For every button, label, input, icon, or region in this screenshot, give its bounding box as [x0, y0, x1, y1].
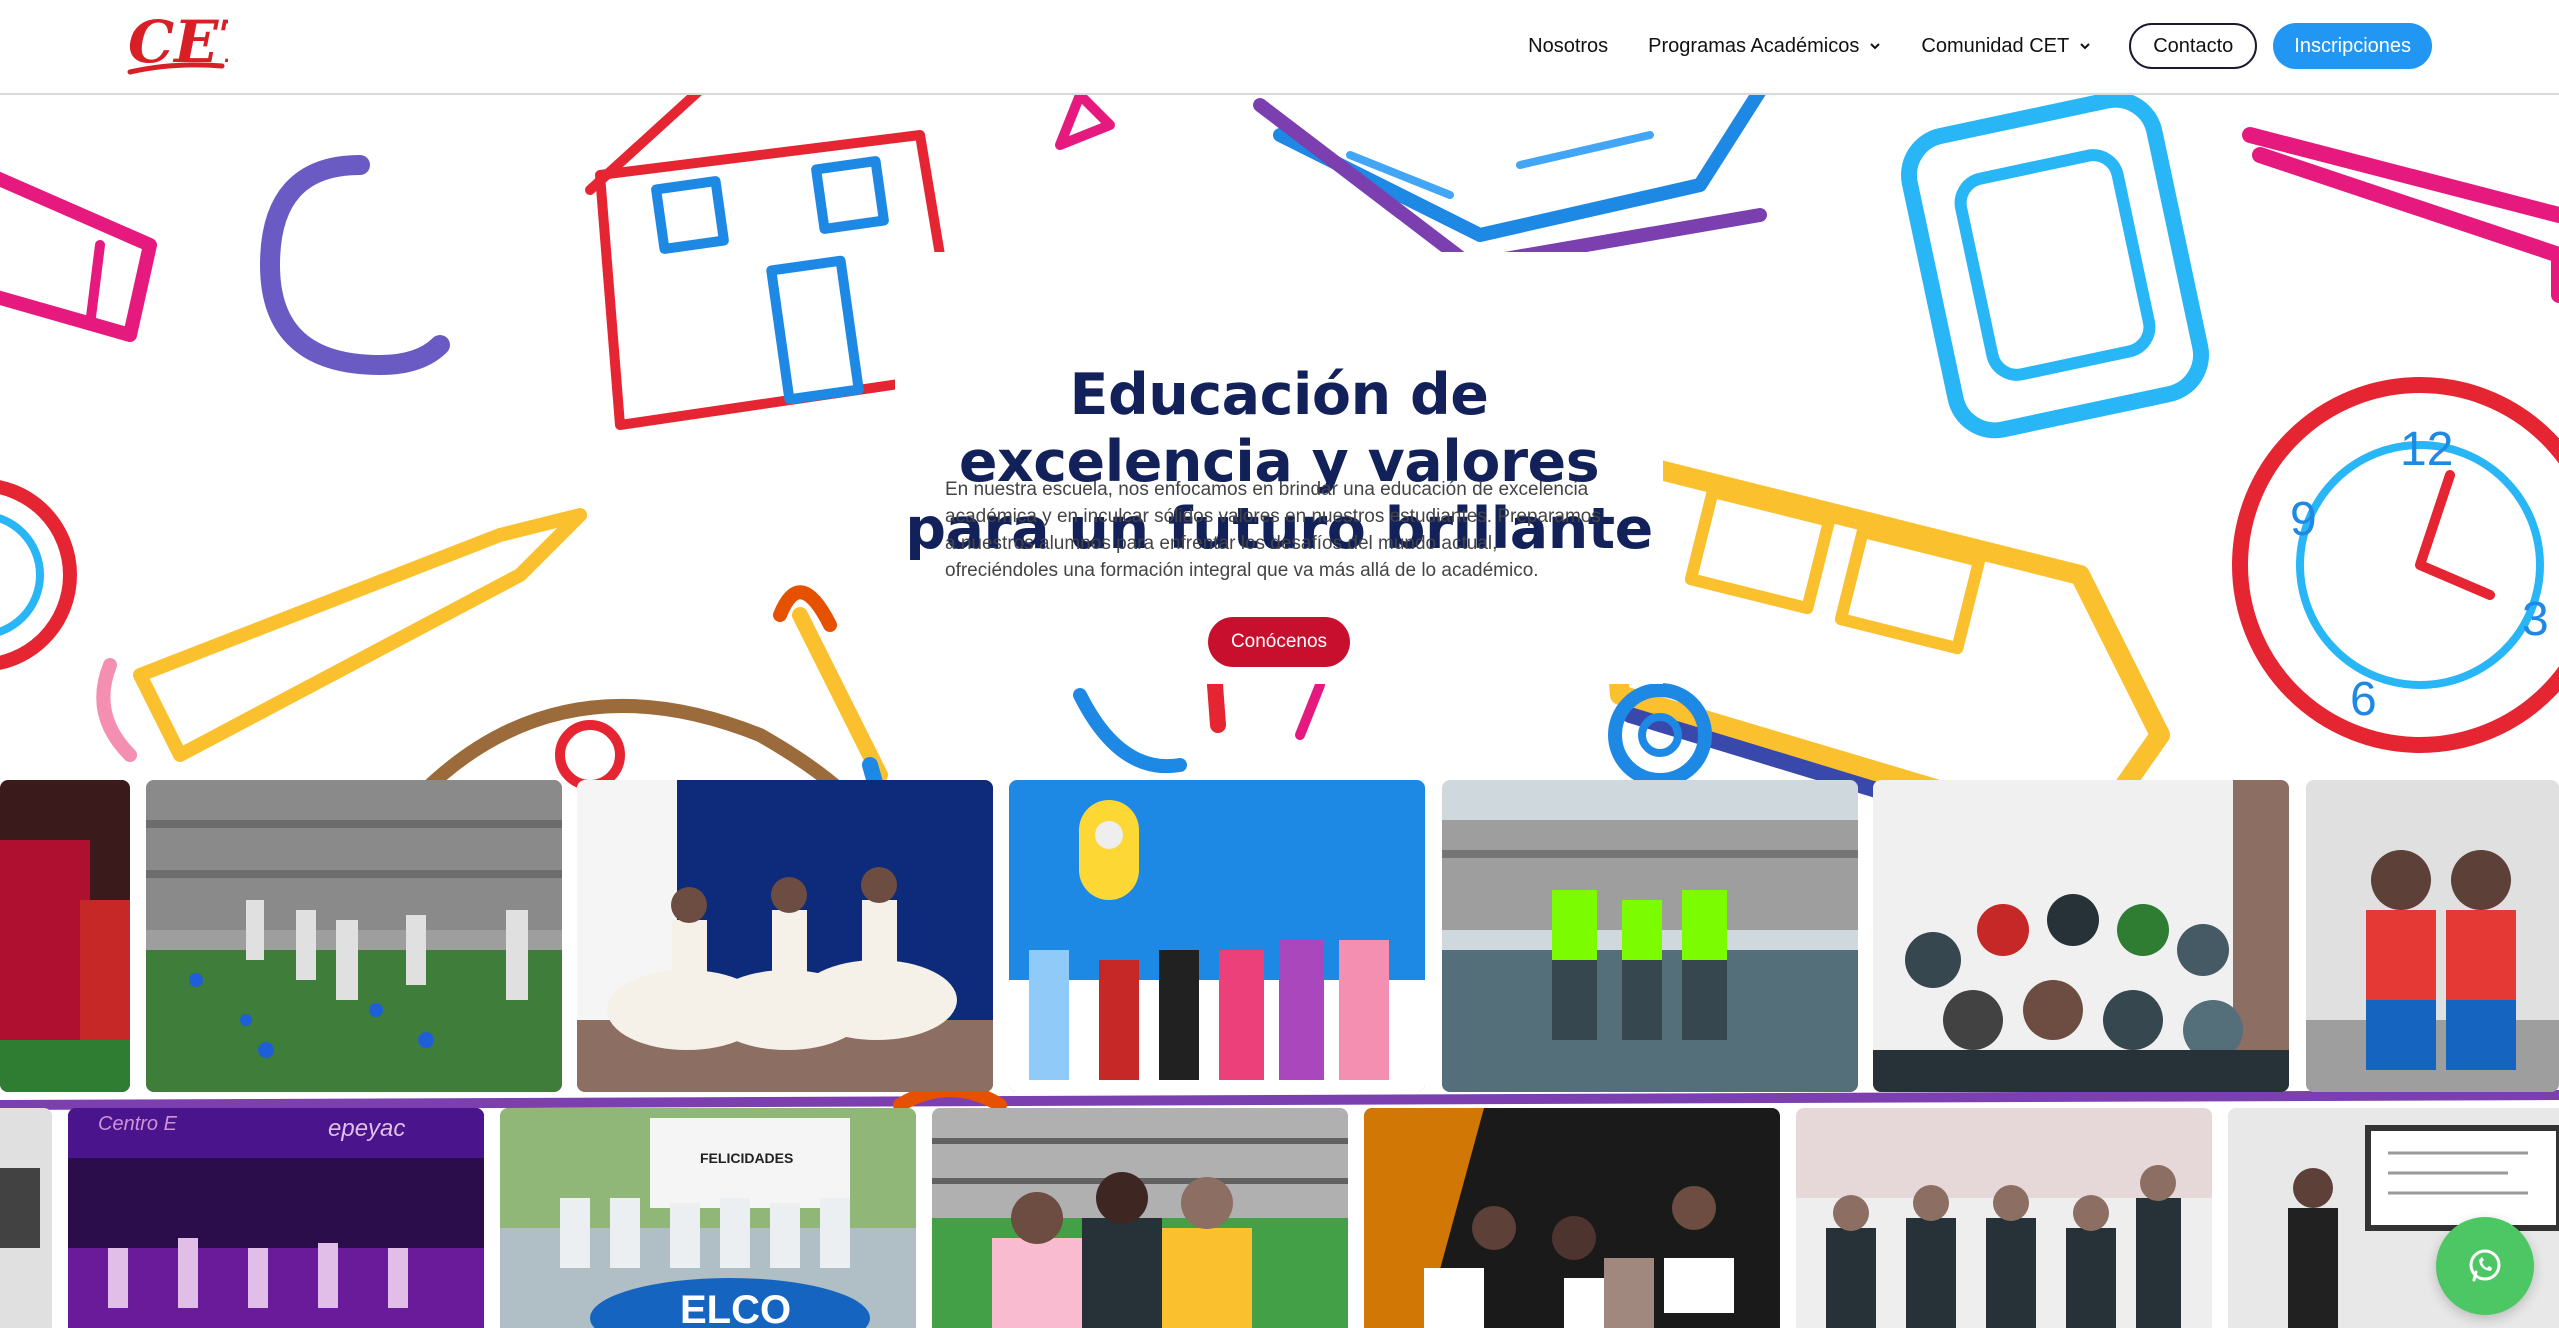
friends-campus-photo: [932, 1108, 1348, 1328]
party-photo: [0, 780, 130, 1092]
contacto-button[interactable]: Contacto: [2129, 23, 2258, 69]
hero-description: En nuestra escuela, nos enfocamos en bri…: [945, 479, 1601, 581]
svg-text:6: 6: [2350, 673, 2377, 726]
inscripciones-button[interactable]: Inscripciones: [2273, 23, 2432, 69]
site-header: CET Nosotros Programas Académicos Comuni…: [0, 0, 2559, 95]
whatsapp-icon: [2469, 1249, 2501, 1282]
svg-text:3: 3: [2522, 593, 2549, 646]
svg-text:ELCO: ELCO: [680, 1288, 791, 1328]
award-ceremony-photo: [1364, 1108, 1780, 1328]
svg-text:FELICIDADES: FELICIDADES: [700, 1150, 793, 1166]
conocenos-button[interactable]: Conócenos: [1208, 617, 1350, 667]
svg-text:12: 12: [2400, 423, 2453, 476]
nav-nosotros-label: Nosotros: [1528, 34, 1609, 57]
two-girls-photo: [2306, 780, 2559, 1092]
stage-performance-photo: epeyac Centro E: [68, 1108, 484, 1328]
svg-text:9: 9: [2290, 493, 2317, 546]
nav-programas-label: Programas Académicos: [1648, 34, 1860, 57]
main-nav: Nosotros Programas Académicos Comunidad …: [1488, 22, 2432, 70]
students-playground-photo: [146, 780, 562, 1092]
svg-text:epeyac: epeyac: [328, 1115, 405, 1142]
classroom-edge-photo: [0, 1108, 52, 1328]
hero-title-line-1: Educación de: [1069, 362, 1489, 428]
classroom-suits-photo: [1796, 1108, 2212, 1328]
nav-comunidad-label: Comunidad CET: [1921, 34, 2070, 57]
green-shirts-photo: [1442, 780, 1858, 1092]
nav-programas[interactable]: Programas Académicos: [1648, 35, 1881, 58]
whatsapp-button[interactable]: [2436, 1217, 2534, 1315]
chevron-down-icon: [2080, 43, 2090, 50]
costume-kids-photo: [1009, 780, 1425, 1092]
ballet-dancers-photo: [577, 780, 993, 1092]
chevron-down-icon: [1870, 43, 1881, 50]
nav-nosotros[interactable]: Nosotros: [1528, 35, 1608, 58]
cet-logo[interactable]: CET: [124, 8, 265, 80]
felicidades-team-photo: FELICIDADES ELCO: [500, 1108, 916, 1328]
svg-text:Centro E: Centro E: [98, 1113, 178, 1135]
nav-comunidad[interactable]: Comunidad CET: [1921, 35, 2091, 58]
class-group-photo: [1873, 780, 2289, 1092]
